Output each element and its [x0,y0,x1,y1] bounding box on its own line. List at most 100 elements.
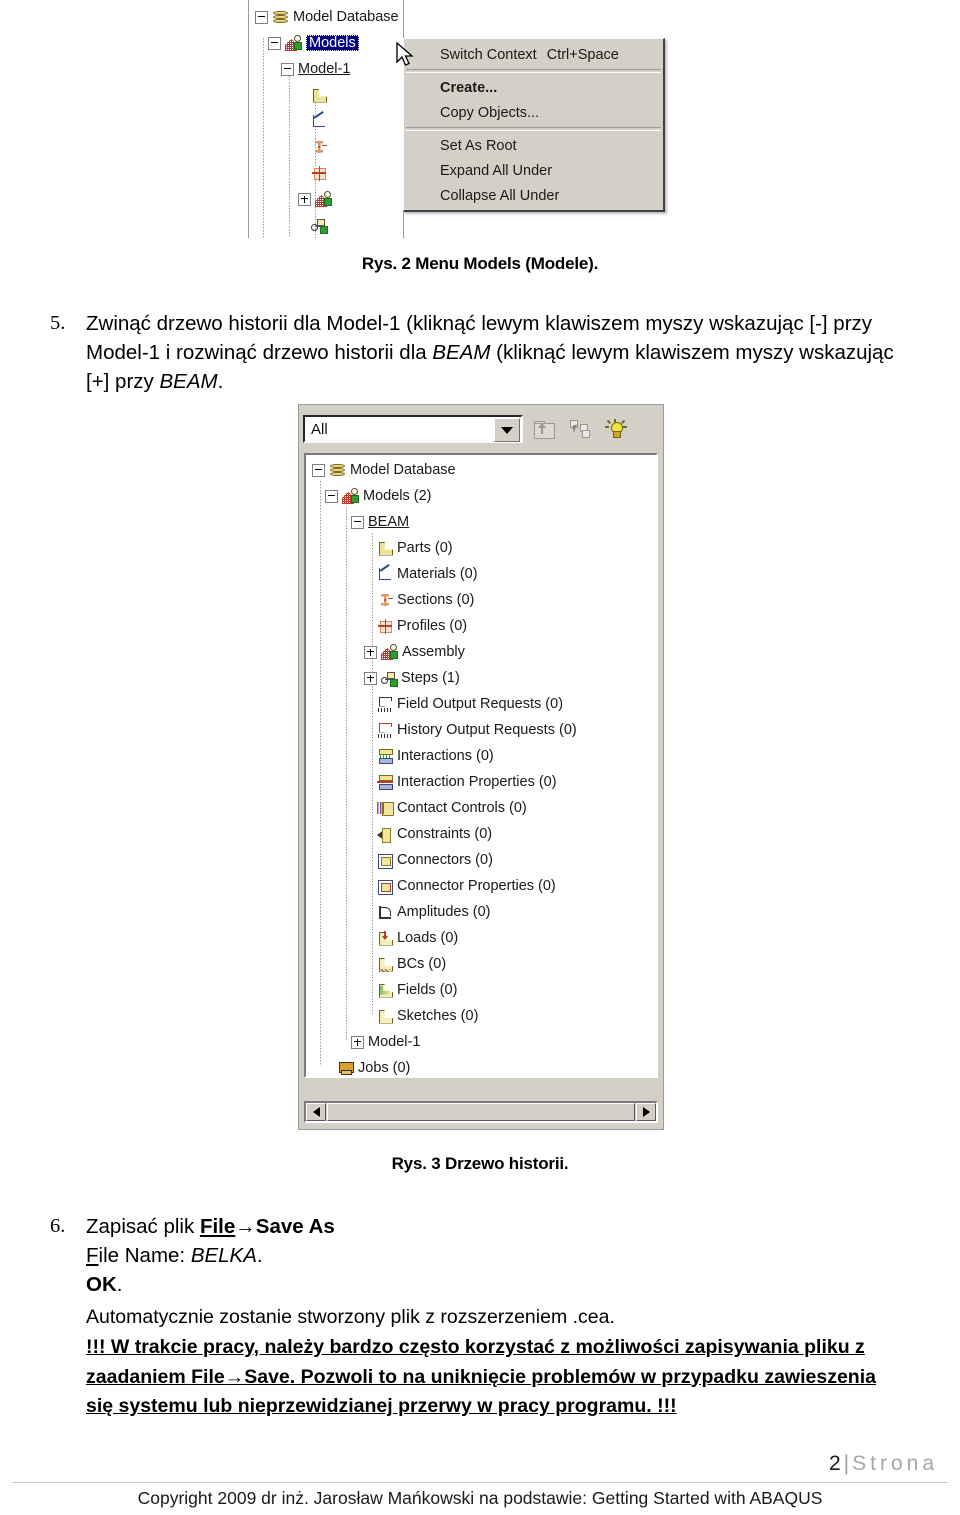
tree-node-contact-controls[interactable]: Contact Controls (0) [377,795,527,821]
tree-guide-line [263,38,264,238]
tree-node-beam[interactable]: BEAM [351,509,409,535]
figure-3-model-tree-panel[interactable]: All Model Database Models (2) BEAM Parts… [298,404,664,1130]
tree-node-steps[interactable]: Steps (1) [364,665,460,691]
tree-node-parts[interactable] [311,82,331,108]
tree-node-sketches[interactable]: Sketches (0) [377,1003,478,1029]
warning-line-2: zaadaniem File→Save. Pozwoli to na unikn… [86,1365,876,1388]
tree-node-assembly[interactable] [298,186,336,212]
tree-node-label: Assembly [402,644,465,660]
menu-item-set-as-root[interactable]: Set As Root [404,133,663,158]
tree-node-bcs[interactable]: BCs (0) [377,951,446,977]
menu-separator [406,69,661,73]
collapse-expander-icon[interactable] [312,463,325,477]
models-context-menu[interactable]: Switch Context Ctrl+Space Create... Copy… [403,38,665,212]
menu-item-collapse-all-under[interactable]: Collapse All Under [404,183,663,208]
menu-item-expand-all-under[interactable]: Expand All Under [404,158,663,183]
expand-expander-icon[interactable] [298,192,311,206]
steps-icon [311,218,328,234]
parts-icon [311,88,327,103]
tree-node-model-1[interactable]: Model-1 [351,1029,420,1055]
tree-node-sections[interactable]: Sections (0) [377,587,474,613]
scroll-right-button[interactable] [636,1103,656,1121]
tree-node-profiles[interactable] [311,160,331,186]
tree-node-field-output-requests[interactable]: Field Output Requests (0) [377,691,563,717]
tree-node-interaction-properties[interactable]: Interaction Properties (0) [377,769,557,795]
tree-node-label: BCs (0) [397,956,447,972]
tree-node-label: History Output Requests (0) [397,722,577,738]
chevron-down-icon[interactable] [494,418,520,442]
step-5-line-1: Zwinąć drzewo historii dla Model-1 (klik… [86,312,873,335]
tree-node-label: Interactions (0) [397,748,494,764]
tree-node-model-1[interactable]: Model-1 [281,56,350,82]
collapse-expander-icon[interactable] [268,36,281,50]
step-6: 6. Zapisać plik File→Save As File Name: … [50,1212,930,1299]
figure-2-caption: Rys. 2 Menu Models (Modele). [361,254,599,273]
tree-node-model-database[interactable]: Model Database [255,4,399,30]
collapse-expander-icon[interactable] [255,10,268,24]
page-word: Strona [852,1452,938,1475]
contact-controls-icon [377,801,394,816]
tree-node-constraints[interactable]: Constraints (0) [377,821,492,847]
history-output-icon [377,722,393,738]
tree-node-label: Models (2) [363,488,432,504]
tree-node-jobs[interactable]: Jobs (0) [338,1055,410,1076]
tree-node-materials[interactable]: Materials (0) [377,561,478,587]
tree-node-models[interactable]: Models [268,30,359,56]
expand-expander-icon[interactable] [364,671,377,685]
step-6-number: 6. [50,1215,66,1237]
tree-node-sections[interactable] [311,134,331,160]
horizontal-scrollbar[interactable] [304,1101,658,1123]
model-tree-toolbar[interactable]: All [303,409,659,449]
interactions-icon [377,748,393,764]
tree-node-profiles[interactable]: Profiles (0) [377,613,467,639]
page-separator: | [843,1452,850,1475]
collapse-expander-icon[interactable] [325,489,338,503]
menu-item-label: Create... [440,79,498,96]
pick-objects-button[interactable] [565,415,595,443]
tree-node-fields[interactable]: Fields (0) [377,977,457,1003]
collapse-expander-icon[interactable] [351,515,364,529]
menu-item-copy-objects[interactable]: Copy Objects... [404,100,663,125]
auto-extension-paragraph: Automatycznie zostanie stworzony plik z … [86,1306,615,1328]
expand-expander-icon[interactable] [364,645,377,659]
tree-node-loads[interactable]: Loads (0) [377,925,458,951]
tree-node-label: Connectors (0) [397,852,493,868]
tree-node-label: Model Database [293,9,399,25]
tree-guide-line [346,507,347,1040]
step-5-number: 5. [50,312,66,334]
steps-icon [381,671,398,687]
scroll-left-button[interactable] [306,1103,326,1121]
tree-node-label: Model-1 [368,1034,421,1050]
tree-node-history-output-requests[interactable]: History Output Requests (0) [377,717,577,743]
tree-node-connector-properties[interactable]: Connector Properties (0) [377,873,556,899]
menu-separator [406,127,661,131]
tree-node-assembly[interactable]: Assembly [364,639,465,665]
highlight-tip-button[interactable] [601,415,631,443]
profiles-icon [311,165,327,181]
warning-line-1: !!! W trakcie pracy, należy bardzo częst… [86,1336,865,1358]
assembly-icon [315,191,332,207]
page-number: 2 [828,1452,841,1475]
figure-2-model-tree[interactable]: Model Database Models Model-1 [248,0,404,238]
tree-node-materials[interactable] [311,108,331,134]
collapse-expander-icon[interactable] [281,62,294,76]
menu-item-switch-context[interactable]: Switch Context Ctrl+Space [404,42,663,67]
scrollbar-thumb[interactable] [327,1103,635,1121]
tree-node-label: Profiles (0) [397,618,468,634]
tree-node-amplitudes[interactable]: Amplitudes (0) [377,899,490,925]
tree-node-models[interactable]: Models (2) [325,483,432,509]
tree-node-parts[interactable]: Parts (0) [377,535,453,561]
jobs-icon [338,1061,354,1076]
step-5-line-3: [+] przy BEAM. [86,370,224,393]
tree-node-steps[interactable] [311,212,331,238]
model-database-tree[interactable]: Model Database Models (2) BEAM Parts (0)… [304,453,658,1078]
menu-item-create[interactable]: Create... [404,75,663,100]
menu-item-label: Set As Root [440,137,517,154]
model-filter-combobox[interactable]: All [303,415,523,443]
tree-node-model-database[interactable]: Model Database [312,457,456,483]
expand-expander-icon[interactable] [351,1035,364,1049]
assembly-icon [381,644,398,660]
tree-node-interactions[interactable]: Interactions (0) [377,743,494,769]
folder-up-button[interactable] [529,415,559,443]
tree-node-connectors[interactable]: Connectors (0) [377,847,493,873]
